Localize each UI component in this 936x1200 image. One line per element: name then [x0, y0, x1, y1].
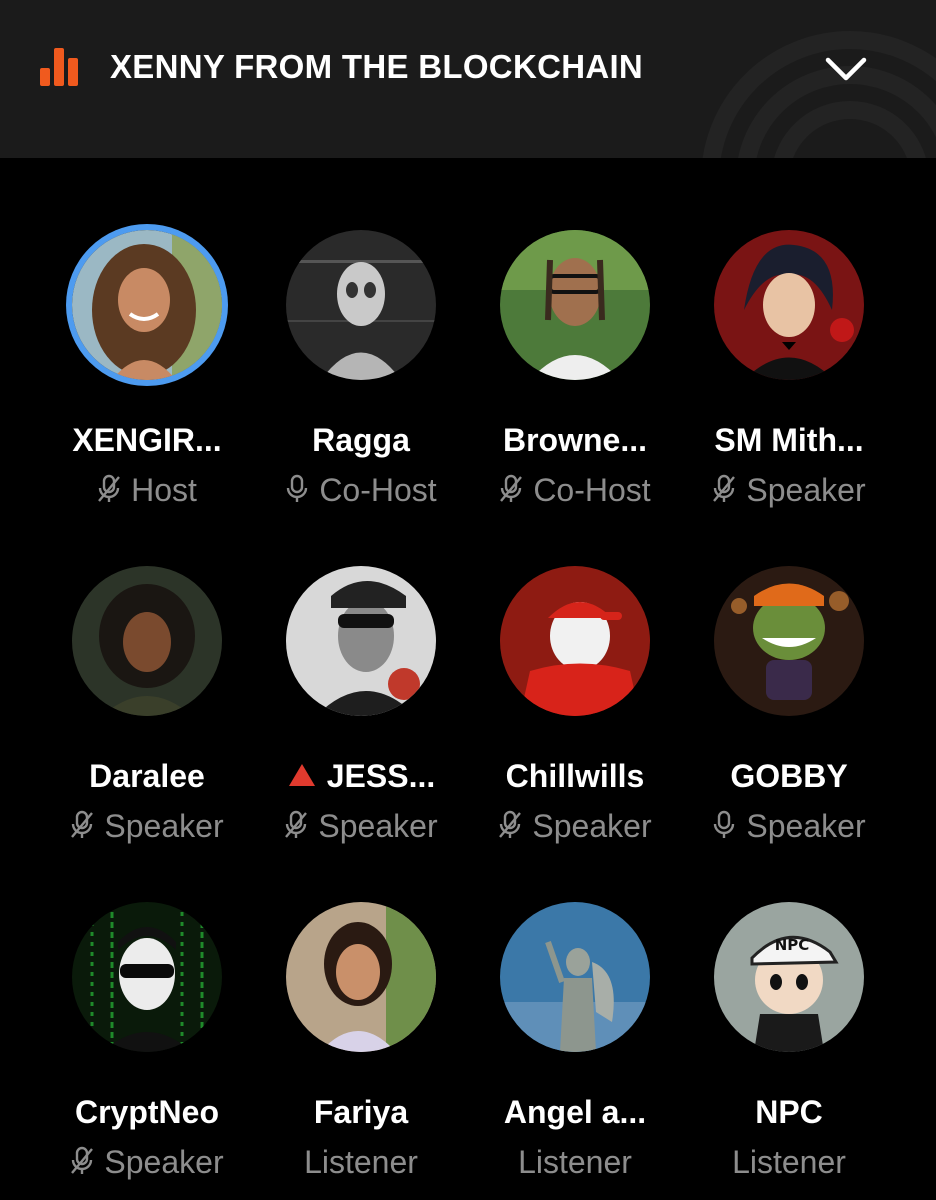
- participant-card[interactable]: XENGIR... Host: [30, 158, 264, 508]
- participant-card[interactable]: NPC NPC Listener: [672, 830, 906, 1180]
- participants-grid: XENGIR... Host Ragga Co-Host Browne... C…: [0, 158, 936, 1200]
- participant-name: Ragga: [312, 422, 410, 458]
- avatar[interactable]: [500, 230, 650, 380]
- participant-role: Speaker: [30, 1142, 264, 1182]
- participant-name: Daralee: [89, 758, 205, 794]
- avatar[interactable]: [500, 566, 650, 716]
- participant-name: SM Mith...: [714, 422, 864, 458]
- participant-card[interactable]: Angel a... Listener: [458, 830, 692, 1180]
- space-title: XENNY FROM THE BLOCKCHAIN: [110, 48, 644, 85]
- avatar[interactable]: [286, 566, 436, 716]
- participant-name: NPC: [755, 1094, 823, 1130]
- participant-card[interactable]: Fariya Listener: [244, 830, 478, 1180]
- avatar[interactable]: [714, 566, 864, 716]
- participant-name: CryptNeo: [74, 1094, 219, 1130]
- svg-text:NPC: NPC: [775, 936, 810, 954]
- avatar[interactable]: [286, 902, 436, 1052]
- avatar[interactable]: [72, 230, 222, 380]
- participant-card[interactable]: Browne... Co-Host: [458, 158, 692, 508]
- participant-card[interactable]: CryptNeo Speaker: [30, 830, 264, 1180]
- red-triangle-icon: [288, 764, 315, 786]
- avatar[interactable]: [72, 902, 222, 1052]
- participant-role: Listener: [518, 1144, 632, 1180]
- participant-card[interactable]: SM Mith... Speaker: [672, 158, 906, 508]
- space-header: XENNY FROM THE BLOCKCHAIN: [0, 0, 936, 158]
- participant-name: JESS...: [244, 756, 478, 796]
- audio-bars-icon: [40, 48, 80, 86]
- participant-name: Angel a...: [503, 1094, 647, 1130]
- participant-card[interactable]: JESS... Speaker: [244, 494, 478, 844]
- decorative-rings: [702, 31, 936, 158]
- participant-role: Listener: [304, 1144, 418, 1180]
- participant-role: Listener: [732, 1144, 846, 1180]
- participant-name: Chillwills: [505, 758, 645, 794]
- participant-name: Browne...: [502, 422, 647, 458]
- avatar[interactable]: NPC: [714, 902, 864, 1052]
- avatar[interactable]: [286, 230, 436, 380]
- mic-muted-icon: [70, 1146, 94, 1176]
- participant-card[interactable]: Ragga Co-Host: [244, 158, 478, 508]
- avatar[interactable]: [500, 902, 650, 1052]
- participant-card[interactable]: Chillwills Speaker: [458, 494, 692, 844]
- participant-card[interactable]: GOBBY Speaker: [672, 494, 906, 844]
- avatar[interactable]: [714, 230, 864, 380]
- participant-name: Fariya: [313, 1094, 409, 1130]
- participant-card[interactable]: Daralee Speaker: [30, 494, 264, 844]
- chevron-down-icon[interactable]: [822, 52, 870, 84]
- participant-name: XENGIR...: [72, 422, 222, 458]
- avatar[interactable]: [72, 566, 222, 716]
- participant-name: GOBBY: [730, 758, 848, 794]
